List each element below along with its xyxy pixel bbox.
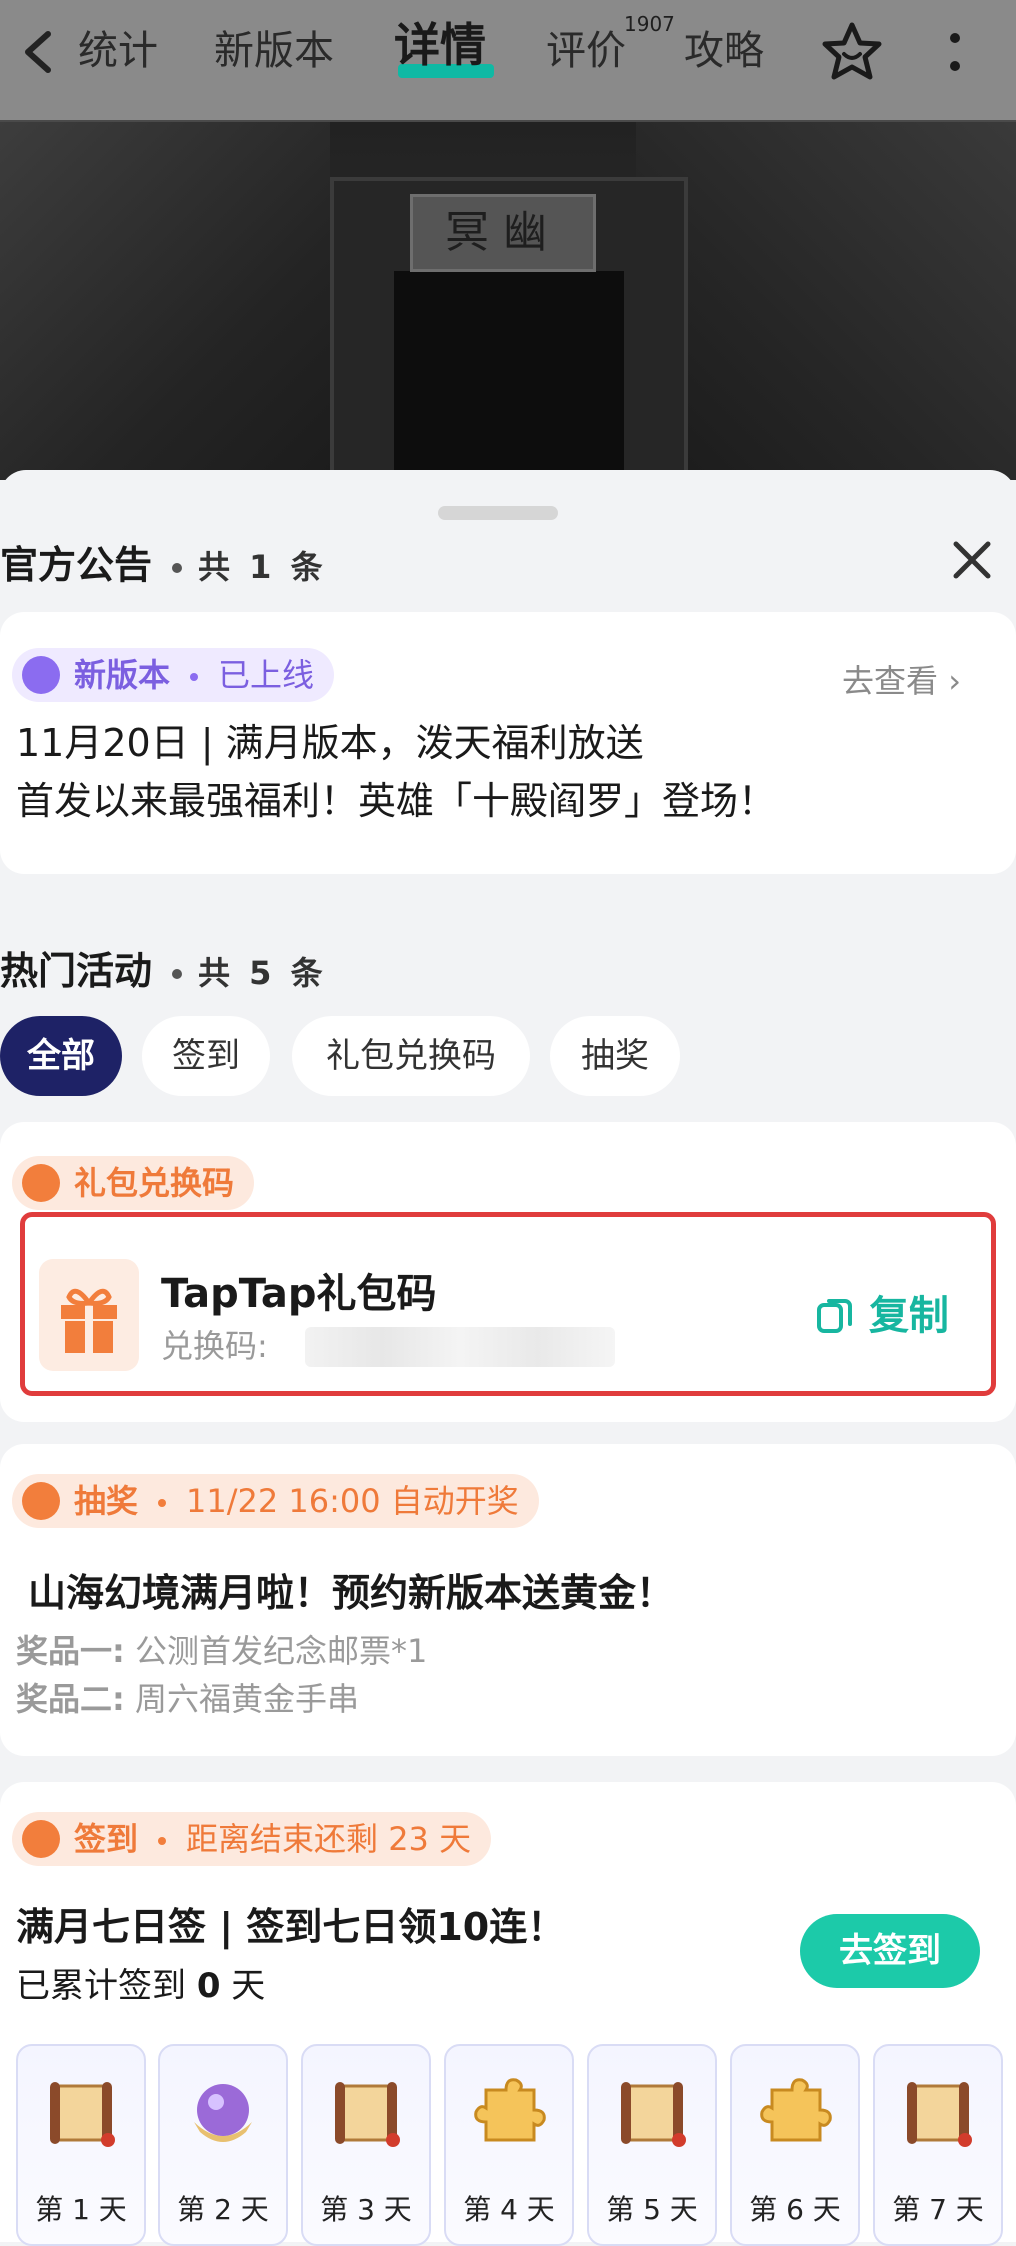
- scroll-icon: [335, 2082, 400, 2147]
- day-tile[interactable]: 第 5 天: [587, 2044, 717, 2246]
- copy-label: 复制: [868, 1293, 949, 1339]
- announcement-header: 官方公告 共 1 条: [0, 534, 327, 589]
- activities-header: 热门活动 共 5 条: [0, 940, 327, 995]
- day-label: 第 3 天: [320, 2193, 412, 2226]
- new-version-tag: 新版本 已上线: [12, 648, 335, 702]
- tab-guides[interactable]: 攻略: [684, 24, 764, 78]
- puzzle-icon: [474, 2078, 546, 2142]
- gift-code-tag-label: 礼包兑换码: [74, 1164, 235, 1202]
- activities-count: 共 5 条: [198, 954, 327, 992]
- filter-lottery[interactable]: 抽奖: [550, 1016, 680, 1096]
- tab-reviews[interactable]: 评价: [546, 24, 626, 78]
- orb-icon: [194, 2084, 252, 2142]
- calendar-icon: [22, 1820, 60, 1858]
- tab-stats[interactable]: 统计: [78, 24, 158, 78]
- gift-code-label: 兑换码:: [161, 1327, 268, 1365]
- announcement-count: 共 1 条: [198, 548, 327, 586]
- day-label: 第 1 天: [35, 2193, 127, 2226]
- day-tile[interactable]: 第 3 天: [301, 2044, 431, 2246]
- copy-button[interactable]: 复制: [815, 1283, 949, 1341]
- scroll-icon: [50, 2082, 115, 2147]
- gift-box-tile: [39, 1259, 139, 1371]
- day-tile[interactable]: 第 1 天: [16, 2044, 146, 2246]
- gift-box-icon: [61, 1288, 117, 1353]
- progress-suffix: 天: [231, 1966, 266, 2006]
- more-icon[interactable]: [940, 28, 970, 78]
- review-count-badge: 1907: [624, 12, 675, 36]
- progress-value: 0: [196, 1966, 221, 2006]
- day-tile[interactable]: 第 2 天: [158, 2044, 288, 2246]
- lottery-card[interactable]: 抽奖 11/22 16:00 自动开奖 山海幻境满月啦！预约新版本送黄金！ 奖品一…: [0, 1444, 1016, 1756]
- filter-gift-code[interactable]: 礼包兑换码: [292, 1016, 530, 1096]
- game-banner: 冥幽: [0, 120, 1016, 480]
- blurred-code: [305, 1327, 615, 1367]
- gift-code-title: TapTap礼包码: [161, 1271, 437, 1317]
- announcement-card[interactable]: 新版本 已上线 去查看 › 11月20日 | 满月版本，泼天福利放送 首发以来最强…: [0, 612, 1016, 874]
- tag-status: 已上线: [218, 656, 315, 694]
- day-label: 第 6 天: [749, 2193, 841, 2226]
- lottery-tag-label: 抽奖: [74, 1482, 139, 1520]
- sheet-drag-handle[interactable]: [438, 506, 558, 520]
- prize-1: 奖品一: 公测首发纪念邮票*1: [16, 1626, 427, 1672]
- gate-plaque: 冥幽: [410, 194, 596, 272]
- back-arrow-icon[interactable]: [18, 28, 58, 76]
- day-label: 第 7 天: [892, 2193, 984, 2226]
- tag-label: 新版本: [74, 656, 171, 694]
- day-label: 第 5 天: [606, 2193, 698, 2226]
- prize-1-value: 公测首发纪念邮票*1: [134, 1632, 428, 1670]
- close-icon[interactable]: [950, 538, 994, 582]
- scroll-icon: [907, 2082, 972, 2147]
- prize-2-value: 周六福黄金手串: [134, 1680, 359, 1718]
- view-link-label: 去查看: [842, 662, 939, 700]
- tab-new-version[interactable]: 新版本: [214, 24, 334, 78]
- top-nav: 统计 新版本 详情 评价 1907 攻略: [0, 0, 1016, 120]
- activities-title: 热门活动: [0, 949, 153, 993]
- gift-icon: [22, 1482, 60, 1520]
- filter-all[interactable]: 全部: [0, 1016, 122, 1096]
- tab-details[interactable]: 详情: [394, 18, 486, 72]
- view-link[interactable]: 去查看 ›: [842, 656, 961, 702]
- puzzle-icon: [760, 2078, 832, 2142]
- lottery-title: 山海幻境满月啦！预约新版本送黄金！: [28, 1571, 675, 1615]
- announcement-line-2: 首发以来最强福利！英雄「十殿阎罗」登场！: [16, 779, 777, 823]
- star-icon[interactable]: [820, 20, 884, 84]
- progress-prefix: 已累计签到: [16, 1966, 186, 2006]
- day-label: 第 4 天: [463, 2193, 555, 2226]
- announcement-line-1: 11月20日 | 满月版本，泼天福利放送: [16, 721, 644, 765]
- gift-icon: [22, 1164, 60, 1202]
- scroll-icon: [621, 2082, 686, 2147]
- banner-artwork: 冥幽: [0, 122, 1016, 480]
- announcement-title: 官方公告: [0, 543, 153, 587]
- prize-1-label: 奖品一:: [16, 1632, 125, 1670]
- day-tile[interactable]: 第 6 天: [730, 2044, 860, 2246]
- version-icon: [22, 656, 60, 694]
- checkin-remaining: 距离结束还剩 23 天: [186, 1820, 472, 1858]
- copy-icon: [817, 1299, 852, 1333]
- lottery-time: 11/22 16:00 自动开奖: [186, 1482, 519, 1520]
- checkin-tag-label: 签到: [74, 1820, 139, 1858]
- filter-checkin[interactable]: 签到: [142, 1016, 270, 1096]
- prize-2-label: 奖品二:: [16, 1680, 125, 1718]
- checkin-button[interactable]: 去签到: [800, 1914, 980, 1988]
- day-tile[interactable]: 第 4 天: [444, 2044, 574, 2246]
- checkin-title: 满月七日签 | 签到七日领10连！: [16, 1905, 566, 1949]
- checkin-tag: 签到 距离结束还剩 23 天: [12, 1812, 492, 1866]
- gift-code-box: TapTap礼包码 兑换码: 复制: [20, 1212, 996, 1396]
- prize-2: 奖品二: 周六福黄金手串: [16, 1674, 359, 1720]
- chevron-right-icon: ›: [948, 662, 961, 700]
- lottery-tag: 抽奖 11/22 16:00 自动开奖: [12, 1474, 539, 1528]
- day-label: 第 2 天: [177, 2193, 269, 2226]
- checkin-progress: 已累计签到 0 天: [16, 1958, 265, 2007]
- day-tile[interactable]: 第 7 天: [873, 2044, 1003, 2246]
- gift-code-tag: 礼包兑换码: [12, 1156, 255, 1210]
